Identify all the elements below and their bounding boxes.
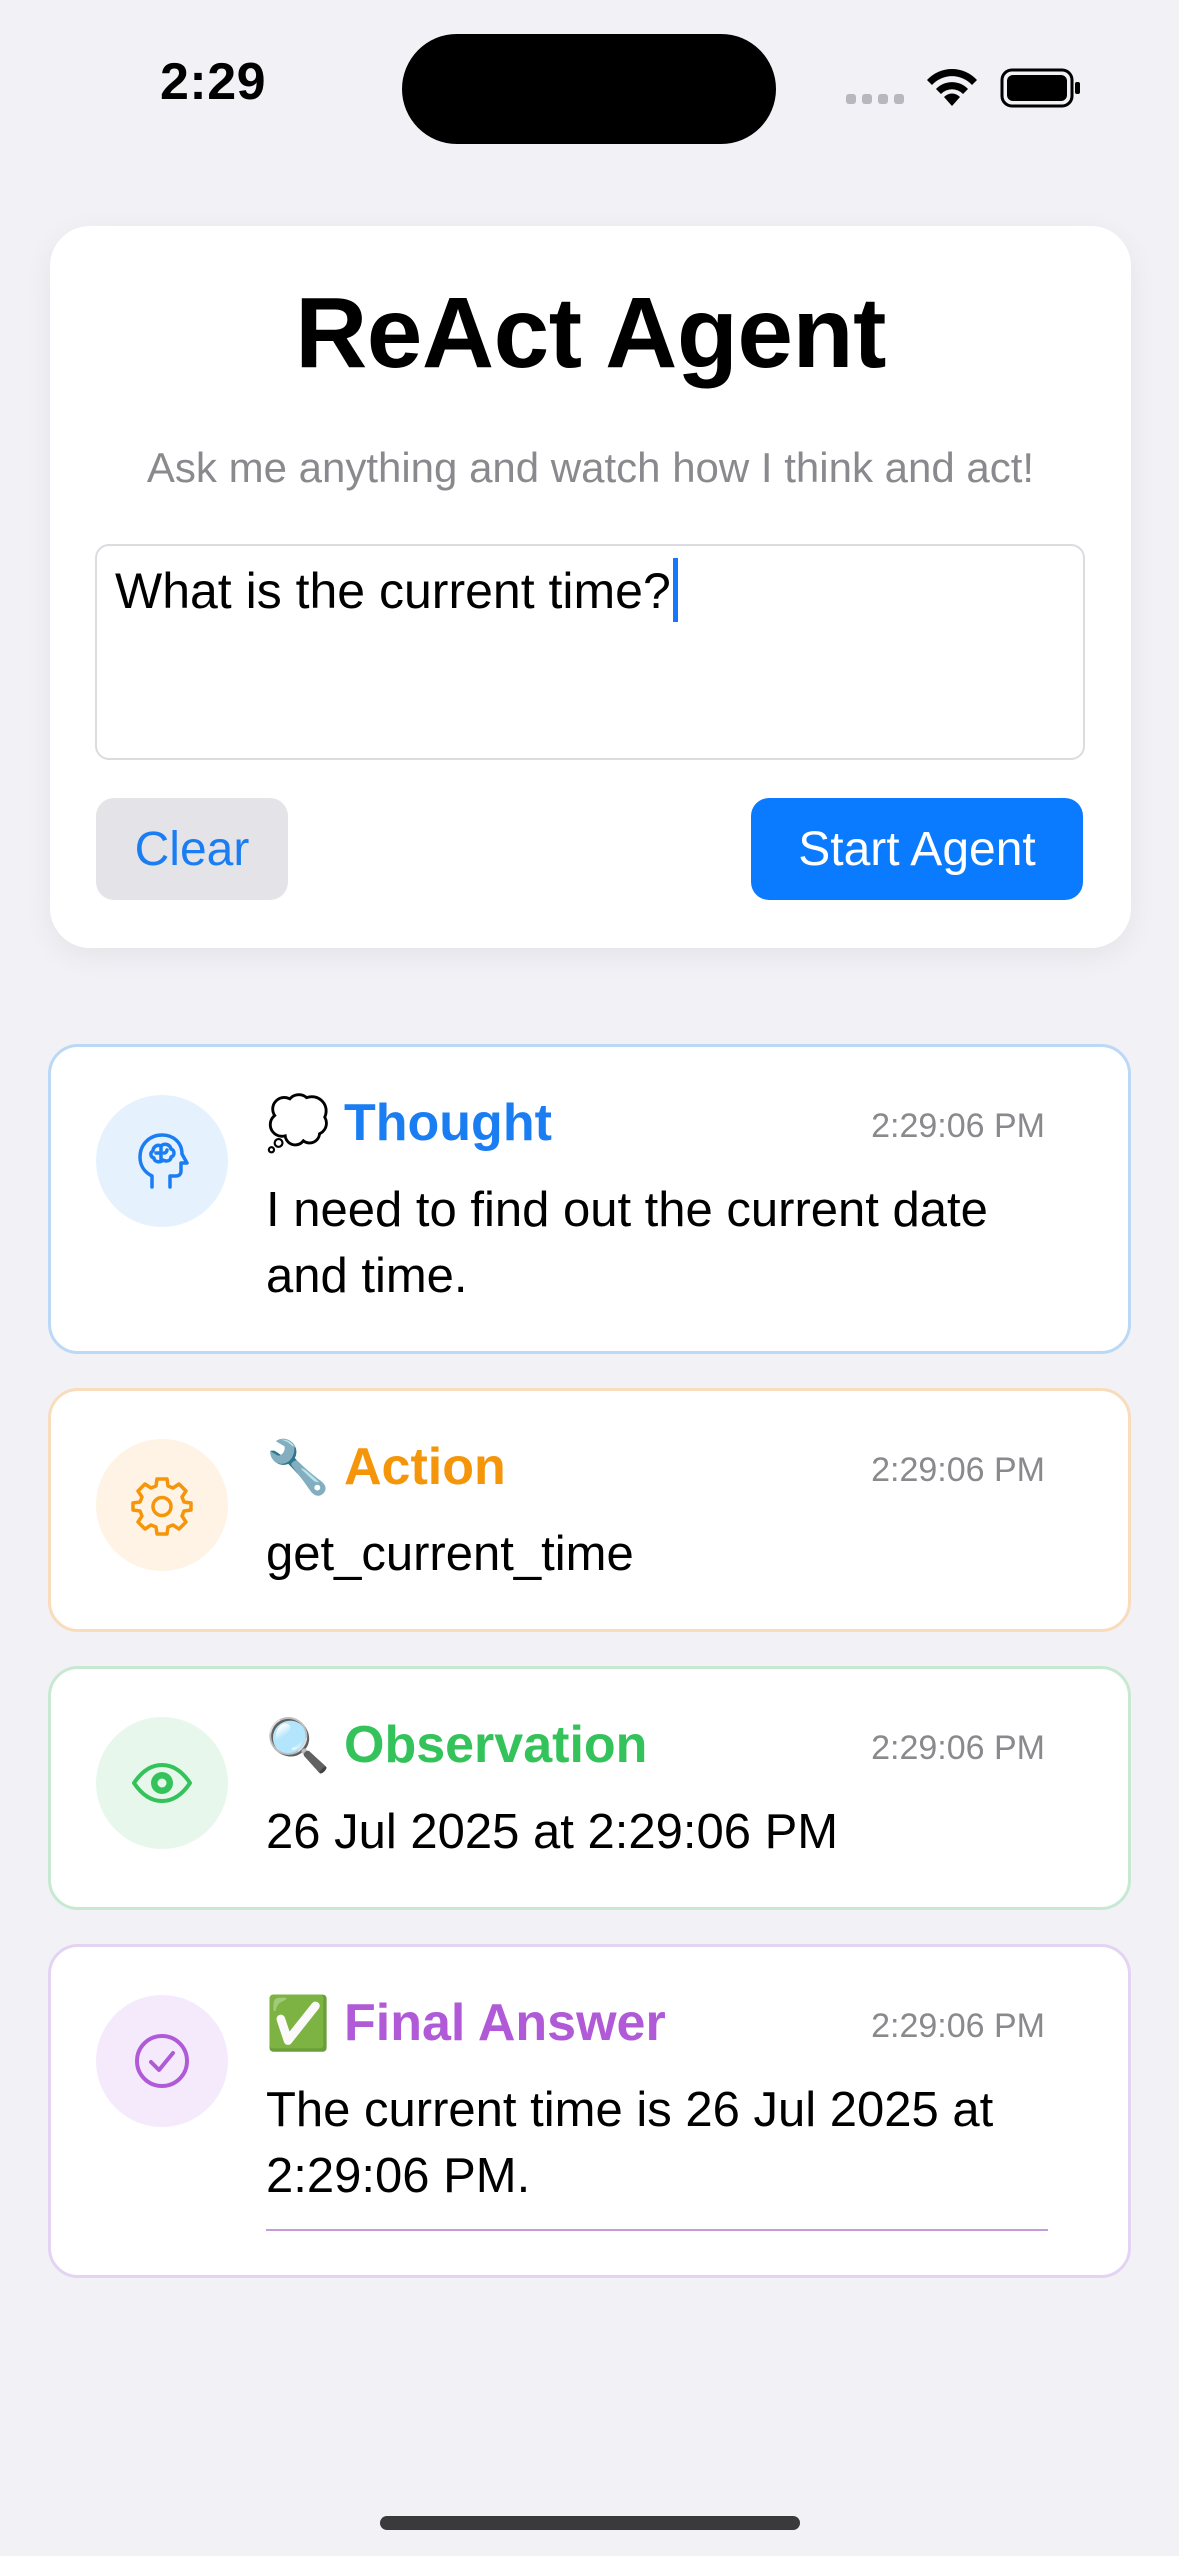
- thought-label: Thought: [344, 1094, 552, 1152]
- query-input-value: What is the current time?: [115, 563, 671, 619]
- action-text: get_current_time: [266, 1527, 634, 1581]
- final-answer-header: ✅ Final Answer: [266, 1991, 666, 2055]
- action-step-card: 🔧 Action 2:29:06 PM get_current_time: [48, 1388, 1131, 1632]
- thought-step-card: 💭 Thought 2:29:06 PM I need to find out …: [48, 1044, 1131, 1354]
- start-agent-button[interactable]: Start Agent: [751, 798, 1083, 900]
- final-answer-step-card: ✅ Final Answer 2:29:06 PM The current ti…: [48, 1944, 1131, 2278]
- thought-text: I need to find out the current date and …: [266, 1183, 988, 1303]
- wrench-icon: 🔧: [265, 1438, 331, 1497]
- page-subtitle: Ask me anything and watch how I think an…: [146, 444, 1035, 491]
- observation-header: 🔍 Observation: [265, 1713, 648, 1777]
- final-answer-text: The current time is 26 Jul 2025 at 2:29:…: [266, 2083, 994, 2203]
- eye-icon: [132, 1763, 192, 1803]
- thought-header: 💭 Thought: [266, 1091, 552, 1155]
- status-bar-time: 2:29: [160, 53, 267, 111]
- action-header: 🔧 Action: [266, 1435, 506, 1499]
- action-timestamp: 2:29:06 PM: [871, 1451, 1045, 1489]
- magnifier-icon: 🔍: [265, 1716, 331, 1775]
- dynamic-island: [402, 34, 776, 144]
- final-answer-icon-badge: [96, 1995, 228, 2127]
- agent-input-card: ReAct Agent Ask me anything and watch ho…: [50, 226, 1131, 948]
- observation-timestamp: 2:29:06 PM: [871, 1729, 1045, 1767]
- thought-bubble-icon: 💭: [265, 1094, 331, 1153]
- cellular-signal-icon: [846, 94, 904, 104]
- query-input[interactable]: What is the current time?: [95, 544, 1085, 760]
- observation-text: 26 Jul 2025 at 2:29:06 PM: [266, 1805, 839, 1859]
- observation-step-card: 🔍 Observation 2:29:06 PM 26 Jul 2025 at …: [48, 1666, 1131, 1910]
- action-label: Action: [344, 1438, 506, 1496]
- home-indicator[interactable]: [380, 2516, 800, 2530]
- final-answer-divider: [266, 2229, 1048, 2231]
- thought-timestamp: 2:29:06 PM: [871, 1107, 1045, 1145]
- page-title: ReAct Agent: [295, 277, 886, 389]
- wifi-icon: [927, 69, 977, 106]
- checkmark-circle-icon: [135, 2034, 189, 2088]
- clear-button[interactable]: Clear: [96, 798, 288, 900]
- observation-icon-badge: [96, 1717, 228, 1849]
- final-answer-timestamp: 2:29:06 PM: [871, 2007, 1045, 2045]
- observation-label: Observation: [344, 1716, 648, 1774]
- text-cursor: [672, 558, 678, 622]
- brain-head-icon: [138, 1133, 189, 1189]
- check-mark-button-icon: ✅: [265, 1994, 331, 2053]
- battery-icon: [1000, 68, 1080, 108]
- gear-icon: [131, 1477, 193, 1536]
- final-answer-label: Final Answer: [344, 1994, 666, 2052]
- action-icon-badge: [96, 1439, 228, 1571]
- thought-icon-badge: [96, 1095, 228, 1227]
